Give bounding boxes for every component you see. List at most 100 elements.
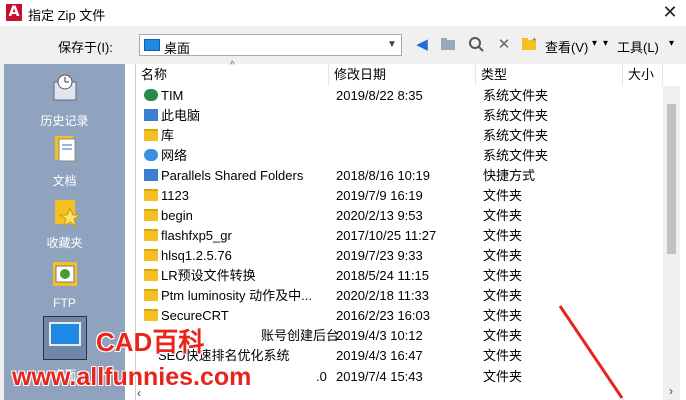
file-date: 2019/4/3 10:12 (336, 328, 423, 343)
sort-ascending-icon: ^ (230, 60, 235, 71)
place-favorites[interactable]: 收藏夹 (4, 196, 125, 251)
tools-dropdown-icon[interactable]: ▾ (603, 38, 608, 49)
file-type: 文件夹 (483, 268, 523, 283)
file-row[interactable]: LR预设文件转换 2018/5/24 11:15 文件夹 (136, 266, 663, 286)
save-in-label: 保存于(I): (58, 40, 113, 55)
tools-menu[interactable]: 工具(L) (617, 37, 659, 56)
file-row[interactable]: begin 2020/2/13 9:53 文件夹 (136, 206, 663, 226)
file-name: hlsq1.2.5.76 (161, 248, 232, 263)
place-history[interactable]: 历史记录 (4, 74, 125, 129)
svg-text:+: + (532, 35, 537, 44)
file-type: 系统文件夹 (483, 128, 549, 143)
desktop-icon (48, 322, 81, 346)
watermark-url: www.allfunnies.com (12, 363, 252, 391)
file-date: 2019/7/23 9:33 (336, 248, 423, 263)
delete-icon[interactable]: ✕ (494, 35, 514, 55)
history-icon (53, 74, 76, 101)
file-type: 文件夹 (483, 208, 523, 223)
file-name: 账号创建后台 (261, 328, 340, 343)
place-label: FTP (53, 296, 76, 310)
tim-icon (144, 89, 158, 101)
place-label: 文档 (52, 174, 77, 188)
file-type: 文件夹 (483, 288, 523, 303)
file-type: 文件夹 (483, 228, 523, 243)
file-name: .0 (316, 369, 327, 384)
column-header-date[interactable]: 修改日期 (329, 64, 476, 86)
file-row[interactable]: SecureCRT 2016/2/23 16:03 文件夹 (136, 306, 663, 326)
file-type: 文件夹 (483, 308, 523, 323)
close-button[interactable]: ✕ (655, 1, 685, 25)
title-bar: A 指定 Zip 文件 ✕ (0, 0, 686, 26)
file-date: 2019/4/3 16:47 (336, 348, 423, 363)
file-date: 2018/8/16 10:19 (336, 168, 430, 183)
file-type: 系统文件夹 (483, 88, 549, 103)
file-row[interactable]: 库 系统文件夹 (136, 126, 663, 146)
file-type: 系统文件夹 (483, 148, 549, 163)
folder-icon (144, 309, 158, 321)
scrollbar-thumb[interactable] (667, 104, 676, 254)
file-row[interactable]: Ptm luminosity 动作及中... 2020/2/18 11:33 文… (136, 286, 663, 306)
back-arrow-icon[interactable]: ◀ (412, 35, 432, 55)
file-date: 2018/5/24 11:15 (336, 268, 430, 283)
file-row[interactable]: 1123 2019/7/9 16:19 文件夹 (136, 186, 663, 206)
column-header-type[interactable]: 类型 (476, 64, 623, 86)
vertical-scrollbar[interactable] (663, 86, 680, 400)
chevron-down-icon[interactable]: ▼ (383, 35, 401, 55)
file-row[interactable]: Parallels Shared Folders 2018/8/16 10:19… (136, 166, 663, 186)
file-name: begin (161, 208, 193, 223)
folder-icon (144, 289, 158, 301)
ftp-icon (52, 262, 77, 286)
file-type: 系统文件夹 (483, 108, 549, 123)
file-type: 快捷方式 (483, 168, 536, 183)
window-title: 指定 Zip 文件 (28, 8, 106, 23)
view-dropdown-icon[interactable]: ▾ (592, 38, 597, 49)
folder-icon (144, 269, 158, 281)
file-date: 2020/2/13 9:53 (336, 208, 423, 223)
scroll-right-icon[interactable]: › (669, 384, 673, 398)
file-list: 名称 ^ 修改日期 类型 大小 TIM 2019/8/22 8:35 系统文件夹… (135, 60, 686, 400)
file-type: 文件夹 (483, 348, 523, 363)
file-type: 文件夹 (483, 328, 523, 343)
tools-chevron-icon[interactable]: ▾ (669, 38, 674, 49)
file-type: 文件夹 (483, 369, 523, 384)
file-row[interactable]: TIM 2019/8/22 8:35 系统文件夹 (136, 86, 663, 106)
file-name: Ptm luminosity 动作及中... (161, 288, 312, 303)
watermark-title: CAD百科 (96, 327, 205, 357)
file-name: 1123 (161, 188, 189, 203)
new-folder-icon[interactable]: + (520, 35, 540, 55)
view-menu[interactable]: 查看(V) (545, 37, 588, 56)
place-documents[interactable]: 文档 (4, 134, 125, 189)
toolbar: 保存于(I): 桌面 ▼ ◀ ✕ + 查看(V) ▾ ▾ 工具(L) ▾ (0, 26, 686, 64)
computer-icon (144, 109, 158, 121)
file-name: TIM (161, 88, 184, 103)
documents-icon (54, 136, 75, 162)
file-name: Parallels Shared Folders (161, 168, 304, 183)
file-row[interactable]: 网络 系统文件夹 (136, 146, 663, 166)
autocad-app-icon: A (6, 4, 22, 21)
location-dropdown[interactable]: 桌面 ▼ (139, 34, 402, 56)
file-name: 此电脑 (161, 108, 201, 123)
place-label: 收藏夹 (46, 236, 83, 250)
folder-icon (144, 249, 158, 261)
up-folder-icon[interactable] (438, 35, 458, 55)
file-date: 2019/8/22 8:35 (336, 88, 423, 103)
file-row[interactable]: 此电脑 系统文件夹 (136, 106, 663, 126)
file-row[interactable]: flashfxp5_gr 2017/10/25 11:27 文件夹 (136, 226, 663, 246)
column-header-size[interactable]: 大小 (623, 64, 663, 86)
file-row[interactable]: 账号创建后台 2019/4/3 10:12 文件夹 (136, 326, 663, 346)
file-name: flashfxp5_gr (161, 228, 232, 243)
place-label: 历史记录 (40, 114, 89, 128)
network-icon (144, 149, 158, 161)
place-ftp[interactable]: FTP (4, 258, 125, 310)
shortcut-icon (144, 169, 158, 181)
library-icon (144, 129, 158, 141)
file-row[interactable]: hlsq1.2.5.76 2019/7/23 9:33 文件夹 (136, 246, 663, 266)
search-web-icon[interactable] (466, 35, 486, 55)
folder-icon (144, 189, 158, 201)
file-name: 网络 (161, 148, 188, 163)
location-value: 桌面 (164, 41, 191, 56)
file-name: SecureCRT (161, 308, 229, 323)
desktop-icon (144, 39, 160, 51)
desktop-selected-frame (42, 316, 87, 360)
file-date: 2016/2/23 16:03 (336, 308, 430, 323)
